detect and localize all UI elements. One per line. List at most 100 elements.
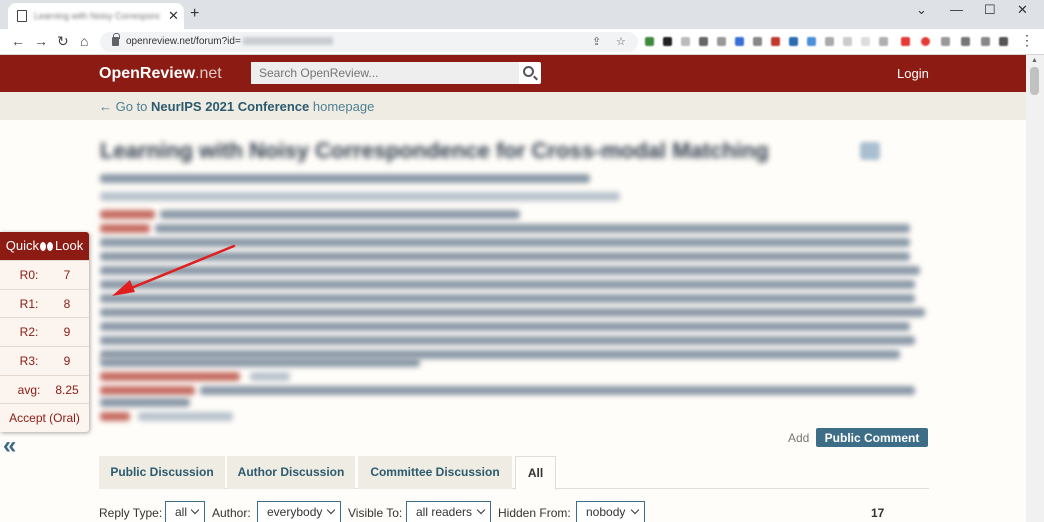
extension-icon[interactable]	[981, 37, 990, 46]
extension-icon[interactable]	[879, 37, 888, 46]
decision-row: Accept (Oral)	[0, 403, 89, 431]
page-scrollbar[interactable]: ▲	[1026, 55, 1044, 522]
chevron-down-icon	[326, 505, 336, 515]
chevron-down-icon	[476, 505, 486, 515]
share-icon[interactable]: ⇪	[592, 35, 601, 48]
search-input[interactable]	[251, 62, 519, 84]
search-box	[251, 62, 541, 84]
browser-toolbar: ← → ↻ ⌂ openreview.net/forum?id= ⇪ ☆ ⋮	[0, 29, 1044, 55]
page-icon	[17, 10, 27, 22]
extension-icon[interactable]	[663, 37, 672, 46]
add-label: Add	[788, 431, 810, 445]
hidden-from-value: nobody	[586, 505, 626, 519]
browser-menu-icon[interactable]: ⋮	[1020, 32, 1034, 49]
extension-icon[interactable]	[843, 37, 852, 46]
quick-look-panel: Quick Look R0: 7 R1: 8 R2: 9 R3: 9 avg: 8…	[0, 232, 89, 432]
extension-icon[interactable]	[861, 37, 870, 46]
search-icon[interactable]	[523, 66, 534, 77]
pdf-icon[interactable]	[860, 142, 880, 160]
author-label: Author:	[212, 506, 251, 520]
login-link[interactable]: Login	[897, 66, 929, 81]
extension-icon[interactable]	[771, 37, 780, 46]
breadcrumb[interactable]: ← Go to NeurIPS 2021 Conference homepage	[99, 99, 374, 114]
visible-to-value: all readers	[416, 505, 473, 519]
reload-icon[interactable]: ↻	[57, 33, 69, 49]
extension-icon[interactable]	[961, 37, 970, 46]
reply-type-select[interactable]: all	[165, 501, 205, 522]
chevron-down-icon[interactable]: ⌄	[916, 2, 927, 18]
breadcrumb-bar: ← Go to NeurIPS 2021 Conference homepage	[0, 92, 1026, 120]
lock-icon	[112, 33, 120, 46]
browser-tab[interactable]: Learning with Noisy Correspondence ✕	[8, 3, 184, 29]
reply-type-value: all	[175, 505, 188, 519]
close-window-icon[interactable]: ✕	[1017, 2, 1028, 18]
extension-icon[interactable]	[645, 37, 654, 46]
author-value: everybody	[267, 505, 323, 519]
rating-value: 7	[63, 268, 71, 282]
extension-icon[interactable]	[735, 37, 744, 46]
rating-row: R2: 9	[0, 317, 89, 345]
extension-icon[interactable]	[753, 37, 762, 46]
tab-all[interactable]: All	[515, 456, 556, 490]
extension-icon[interactable]	[901, 37, 910, 46]
decision-label: Accept (Oral)	[9, 411, 80, 425]
new-tab-icon[interactable]: +	[190, 5, 199, 23]
site-logo[interactable]: OpenReview.net	[99, 65, 222, 83]
extension-icon[interactable]	[699, 37, 708, 46]
author-select[interactable]: everybody	[257, 501, 341, 522]
quick-look-title-right: Look	[55, 238, 84, 253]
back-icon[interactable]: ←	[11, 33, 25, 49]
collapse-panel-icon[interactable]: «	[3, 434, 16, 458]
tab-committee-discussion[interactable]: Committee Discussion	[358, 456, 512, 489]
extension-icon[interactable]	[941, 37, 950, 46]
hidden-from-select[interactable]: nobody	[576, 501, 645, 522]
average-row: avg: 8.25	[0, 375, 89, 403]
tab-title: Learning with Noisy Correspondence	[34, 11, 160, 21]
reply-filters: Reply Type: all Author: everybody Visibl…	[99, 500, 929, 522]
address-bar[interactable]: openreview.net/forum?id= ⇪ ☆	[100, 32, 638, 52]
quick-look-header[interactable]: Quick Look	[0, 232, 89, 260]
url-text: openreview.net/forum?id=	[126, 36, 333, 48]
rating-row: R1: 8	[0, 289, 89, 317]
replies-count: 17 Replies	[871, 506, 914, 522]
scrollbar-thumb[interactable]	[1030, 67, 1039, 95]
browser-tab-bar: Learning with Noisy Correspondence ✕ + ⌄…	[0, 0, 1044, 29]
chevron-down-icon	[630, 505, 640, 515]
close-tab-icon[interactable]: ✕	[168, 8, 179, 24]
rating-key: R3:	[19, 354, 39, 368]
visible-to-select[interactable]: all readers	[406, 501, 491, 522]
maximize-icon[interactable]: ☐	[984, 2, 996, 18]
extension-icon[interactable]	[681, 37, 690, 46]
visible-to-label: Visible To:	[348, 506, 403, 520]
tab-author-discussion[interactable]: Author Discussion	[227, 456, 355, 489]
rating-value: 9	[63, 325, 71, 339]
average-key: avg:	[17, 383, 41, 397]
rating-value: 9	[63, 354, 71, 368]
extension-icon[interactable]	[825, 37, 834, 46]
average-value: 8.25	[55, 383, 79, 397]
home-icon[interactable]: ⌂	[80, 33, 88, 49]
extension-icon[interactable]	[921, 37, 930, 46]
rating-key: R1:	[19, 297, 39, 311]
chevron-down-icon	[190, 505, 200, 515]
bookmark-star-icon[interactable]: ☆	[616, 35, 626, 48]
rating-key: R0:	[19, 268, 39, 282]
extension-icon[interactable]	[999, 37, 1008, 46]
rating-row: R3: 9	[0, 346, 89, 374]
extension-icon[interactable]	[789, 37, 798, 46]
minimize-icon[interactable]: —	[950, 2, 963, 17]
discussion-tabs: Public Discussion Author Discussion Comm…	[99, 456, 929, 490]
rating-key: R2:	[19, 325, 39, 339]
eyes-icon	[40, 242, 54, 251]
hidden-from-label: Hidden From:	[498, 506, 571, 520]
tab-public-discussion[interactable]: Public Discussion	[99, 456, 225, 489]
extension-icon[interactable]	[807, 37, 816, 46]
public-comment-button[interactable]: Public Comment	[816, 428, 928, 447]
site-header: OpenReview.net Login	[0, 55, 1026, 92]
extension-icon[interactable]	[717, 37, 726, 46]
forward-icon[interactable]: →	[34, 33, 48, 49]
rating-value: 8	[63, 297, 71, 311]
quick-look-title-left: Quick	[5, 238, 40, 253]
reply-type-label: Reply Type:	[99, 506, 163, 520]
scroll-up-icon[interactable]: ▲	[1031, 57, 1038, 64]
